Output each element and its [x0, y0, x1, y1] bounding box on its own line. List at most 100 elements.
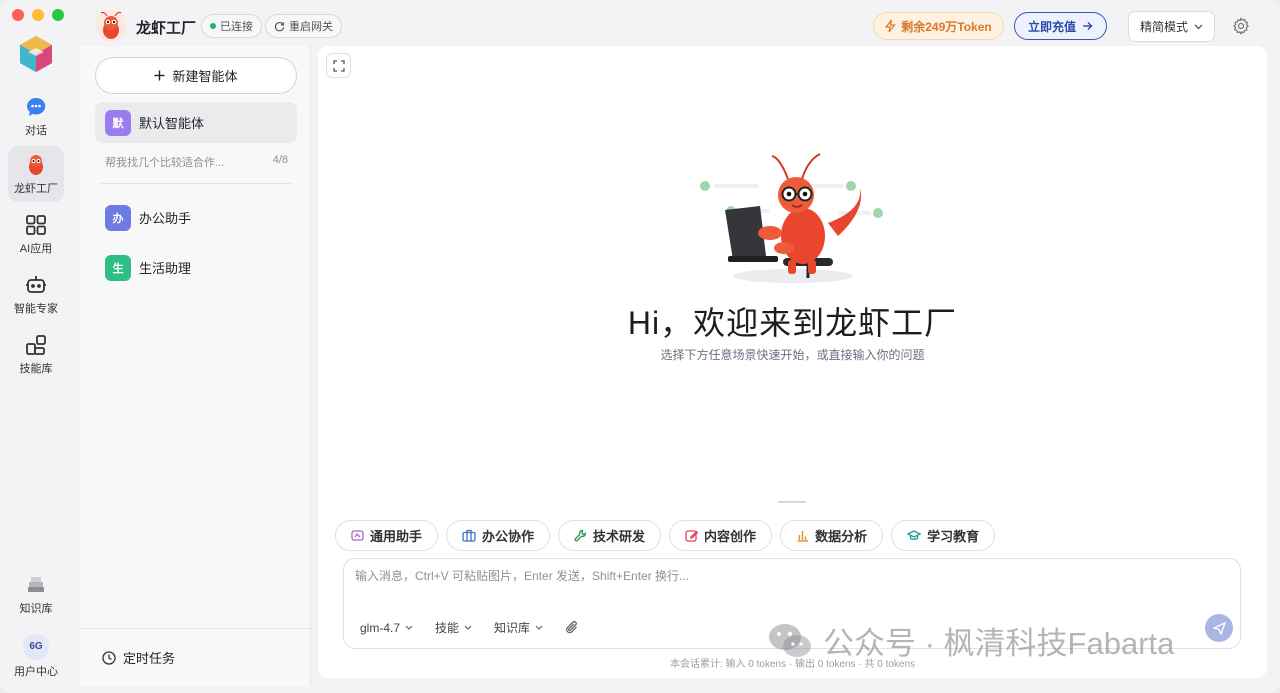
arrow-right-icon — [1083, 22, 1093, 30]
stacked-books-icon — [24, 573, 48, 597]
composer-toolbar: glm-4.7 技能 知识库 — [360, 619, 579, 636]
blocks-icon — [24, 333, 48, 357]
new-agent-button[interactable]: 新建智能体 — [95, 57, 297, 94]
app-title: 龙虾工厂 — [136, 20, 197, 37]
chip-label: 技术研发 — [593, 529, 646, 544]
chip-label: 数据分析 — [815, 529, 868, 544]
rail-item-label: 知识库 — [19, 602, 53, 615]
restart-gateway-label: 重启网关 — [289, 21, 333, 33]
chat-bubble-icon — [24, 95, 48, 119]
agent-avatar: 默 — [105, 109, 131, 136]
user-avatar: 6G — [23, 633, 49, 660]
refresh-icon — [274, 21, 285, 31]
rail-item-label: 技能库 — [19, 362, 53, 375]
chip-tech-rd[interactable]: 技术研发 — [558, 520, 662, 551]
rail-item-lobster-factory[interactable]: 龙虾工厂 — [8, 146, 64, 202]
rail-item-chat[interactable]: 对话 — [8, 88, 64, 144]
lobster-avatar-icon — [95, 10, 127, 42]
rail-item-knowledge[interactable]: 知识库 — [8, 566, 64, 622]
graduation-cap-icon — [907, 529, 922, 540]
message-input[interactable] — [355, 569, 1215, 583]
chip-learning-education[interactable]: 学习教育 — [891, 520, 996, 551]
top-header: 龙虾工厂 已连接 重启网关 剩余249万Token 立即充值 精简模式 — [80, 0, 1280, 50]
chevron-down-icon — [464, 625, 472, 630]
mode-select[interactable]: 精简模式 — [1128, 11, 1215, 42]
send-button[interactable] — [1205, 614, 1233, 642]
restart-gateway-button[interactable]: 重启网关 — [265, 14, 342, 38]
recharge-button[interactable]: 立即充值 — [1014, 12, 1107, 40]
conversation-item[interactable]: 帮我找几个比较适合作... 4/8 — [105, 154, 288, 170]
chevron-down-icon — [1194, 24, 1203, 29]
agent-avatar: 生 — [105, 254, 131, 281]
chevron-down-icon — [405, 625, 413, 630]
rail-item-skills[interactable]: 技能库 — [8, 326, 64, 382]
lobster-icon — [24, 153, 48, 177]
chevron-down-icon — [535, 625, 543, 630]
agent-name: 默认智能体 — [139, 116, 205, 131]
expand-icon — [332, 59, 345, 72]
rail-item-label: 龙虾工厂 — [14, 182, 58, 195]
agent-name: 办公助手 — [139, 211, 192, 226]
app-window: 对话 龙虾工厂 AI应用 智能专家 技能库 知识库 6G 用户中心 龙虾工厂 已… — [0, 0, 1280, 693]
chip-label: 办公协作 — [482, 529, 535, 544]
plus-icon — [154, 70, 165, 81]
mode-select-value: 精简模式 — [1139, 20, 1188, 34]
welcome-subtitle: 选择下方任意场景快速开始，或直接输入你的问题 — [660, 348, 925, 362]
scenario-chips: 通用助手 办公协作 技术研发 内容创作 数据分析 学习教育 — [335, 520, 996, 551]
token-balance-badge: 剩余249万Token — [873, 12, 1004, 40]
knowledge-select[interactable]: 知识库 — [494, 619, 543, 636]
recharge-label: 立即充值 — [1027, 19, 1076, 34]
robot-icon — [24, 273, 48, 297]
agent-item-default[interactable]: 默 默认智能体 — [95, 102, 297, 143]
model-select-value: glm-4.7 — [360, 620, 401, 635]
connection-status-label: 已连接 — [220, 21, 253, 33]
rail-item-label: AI应用 — [19, 242, 53, 255]
skills-select[interactable]: 技能 — [435, 619, 472, 636]
scheduled-tasks-button[interactable]: 定时任务 — [80, 628, 310, 686]
chip-data-analysis[interactable]: 数据分析 — [780, 520, 884, 551]
conversation-preview-text: 帮我找几个比较适合作... — [105, 157, 225, 169]
wrench-icon — [574, 529, 587, 542]
palette-icon — [351, 530, 364, 541]
clock-icon — [102, 650, 116, 665]
agent-item-office[interactable]: 办 办公助手 — [95, 197, 297, 238]
agent-panel: 新建智能体 默 默认智能体 帮我找几个比较适合作... 4/8 办 办公助手 生… — [80, 46, 311, 686]
token-balance-label: 剩余249万Token — [901, 19, 992, 34]
chip-label: 学习教育 — [927, 529, 980, 544]
rail-item-experts[interactable]: 智能专家 — [8, 266, 64, 322]
rail-item-ai-apps[interactable]: AI应用 — [8, 206, 64, 262]
chip-office-collab[interactable]: 办公协作 — [446, 520, 551, 551]
app-logo-icon — [20, 36, 52, 72]
conversation-count: 4/8 — [272, 154, 288, 166]
paperclip-icon[interactable] — [565, 620, 579, 635]
chip-label: 通用助手 — [370, 529, 423, 544]
welcome-title: Hi，欢迎来到龙虾工厂 — [627, 305, 958, 341]
fullscreen-button[interactable] — [326, 53, 351, 78]
skills-select-label: 技能 — [435, 621, 460, 635]
scheduled-tasks-label: 定时任务 — [123, 651, 176, 666]
new-agent-label: 新建智能体 — [172, 69, 238, 84]
send-icon — [1212, 621, 1226, 635]
briefcase-icon — [462, 529, 476, 542]
message-composer: glm-4.7 技能 知识库 — [343, 558, 1241, 649]
resize-handle[interactable] — [778, 501, 806, 503]
nav-rail: 对话 龙虾工厂 AI应用 智能专家 技能库 知识库 6G 用户中心 — [0, 0, 72, 693]
chip-general-assistant[interactable]: 通用助手 — [335, 520, 439, 551]
rail-item-label: 对话 — [25, 124, 47, 137]
agent-name: 生活助理 — [139, 261, 192, 276]
connection-status-badge: 已连接 — [201, 14, 262, 38]
chip-label: 内容创作 — [704, 529, 757, 544]
gear-icon[interactable] — [1232, 17, 1250, 35]
chip-content-creation[interactable]: 内容创作 — [669, 520, 773, 551]
rail-item-label: 智能专家 — [14, 302, 58, 315]
bar-chart-icon — [797, 531, 809, 542]
divider — [101, 183, 291, 184]
agent-item-life[interactable]: 生 生活助理 — [95, 247, 297, 288]
edit-icon — [685, 530, 699, 542]
grid-icon — [24, 213, 48, 237]
model-select[interactable]: glm-4.7 — [360, 621, 413, 635]
rail-item-label: 用户中心 — [14, 665, 58, 678]
lightning-icon — [885, 20, 896, 32]
agent-avatar: 办 — [105, 204, 131, 231]
rail-item-user-center[interactable]: 6G 用户中心 — [8, 628, 64, 684]
